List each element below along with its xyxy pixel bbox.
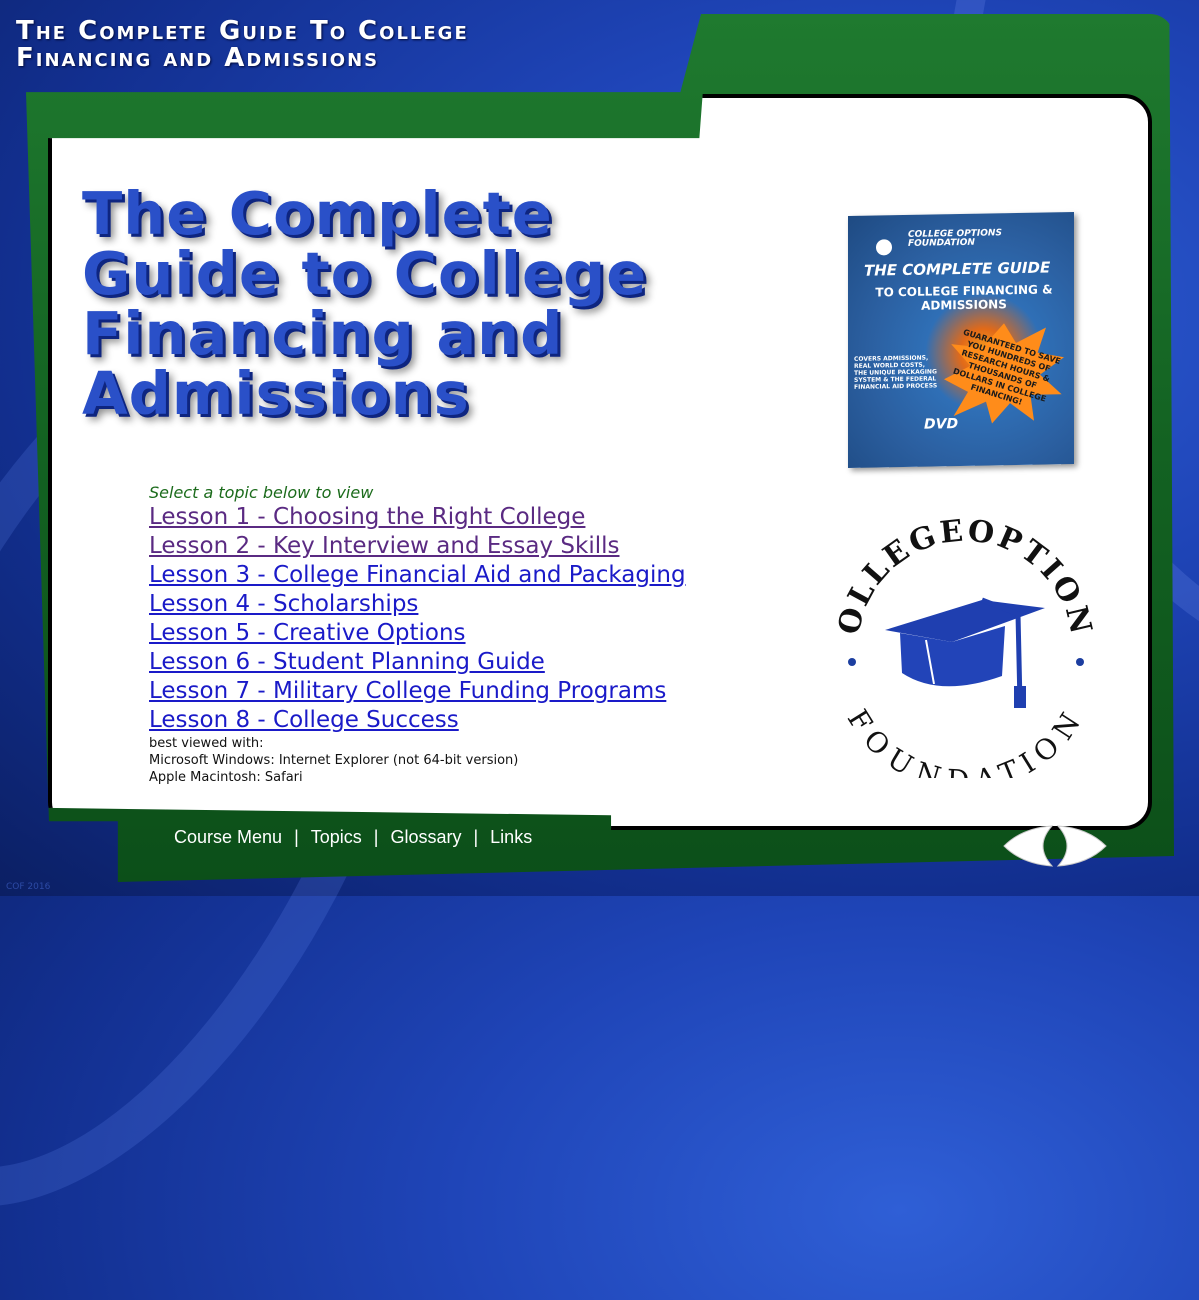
lesson-4-link[interactable]: Lesson 4 - Scholarships — [149, 591, 418, 617]
header-title: The Complete Guide To College Financing … — [16, 18, 676, 72]
page-nav-arrows — [1003, 825, 1107, 867]
nav-separator: | — [473, 827, 479, 847]
dvd-subtitle: TO COLLEGE FINANCING & ADMISSIONS — [875, 282, 1053, 313]
topic-prompt: Select a topic below to view — [149, 483, 374, 502]
list-item: Lesson 8 - College Success — [149, 706, 789, 735]
lesson-5-link[interactable]: Lesson 5 - Creative Options — [149, 620, 466, 646]
list-item: Lesson 6 - Student Planning Guide — [149, 648, 789, 677]
copyright-text: COF 2016 — [6, 882, 51, 892]
list-item: Lesson 3 - College Financial Aid and Pac… — [149, 561, 789, 590]
dvd-logo: DVD — [924, 416, 959, 433]
main-title-line1: The Complete — [82, 179, 553, 248]
list-item: Lesson 7 - Military College Funding Prog… — [149, 677, 789, 706]
list-item: Lesson 2 - Key Interview and Essay Skill… — [149, 532, 789, 561]
course-menu-link[interactable]: Course Menu — [174, 827, 282, 848]
lesson-7-link[interactable]: Lesson 7 - Military College Funding Prog… — [149, 678, 666, 704]
lesson-3-link[interactable]: Lesson 3 - College Financial Aid and Pac… — [149, 562, 686, 588]
lesson-2-link[interactable]: Lesson 2 - Key Interview and Essay Skill… — [149, 533, 619, 559]
seal-dot — [1076, 658, 1084, 666]
lesson-list: Lesson 1 - Choosing the Right College Le… — [149, 503, 789, 735]
header-title-line2: Financing and Admissions — [16, 43, 380, 73]
header-title-line1: The Complete Guide To College — [16, 16, 469, 46]
list-item: Lesson 1 - Choosing the Right College — [149, 503, 789, 532]
dvd-cover-image: COLLEGE OPTIONS FOUNDATION THE COMPLETE … — [848, 212, 1074, 468]
seal-dot — [848, 658, 856, 666]
dvd-emblem-icon — [876, 239, 892, 256]
browser-note-heading: best viewed with: — [149, 736, 264, 751]
main-title-line4: Admissions — [82, 359, 470, 428]
seal-bottom-text: FOUNDATION — [841, 704, 1089, 778]
main-title: The Complete Guide to College Financing … — [82, 184, 702, 424]
lesson-6-link[interactable]: Lesson 6 - Student Planning Guide — [149, 649, 545, 675]
bottom-nav: Course Menu | Topics | Glossary | Links — [174, 827, 532, 848]
lesson-1-link[interactable]: Lesson 1 - Choosing the Right College — [149, 504, 585, 530]
glossary-link[interactable]: Glossary — [390, 827, 461, 848]
dvd-title: THE COMPLETE GUIDE — [864, 258, 1051, 280]
list-item: Lesson 5 - Creative Options — [149, 619, 789, 648]
nav-separator: | — [294, 827, 299, 847]
browser-note-mac: Apple Macintosh: Safari — [149, 770, 303, 785]
next-arrow-icon[interactable] — [1056, 825, 1107, 867]
list-item: Lesson 4 - Scholarships — [149, 590, 789, 619]
topics-link[interactable]: Topics — [311, 827, 362, 848]
main-title-line2: Guide to College — [82, 239, 648, 308]
lesson-menu: Select a topic below to view Lesson 1 - … — [149, 483, 789, 786]
lesson-8-link[interactable]: Lesson 8 - College Success — [149, 707, 459, 733]
prev-arrow-icon[interactable] — [1003, 825, 1054, 867]
browser-note-windows: Microsoft Windows: Internet Explorer (no… — [149, 753, 519, 768]
graduation-cap-icon — [885, 597, 1045, 708]
main-title-line3: Financing and — [82, 299, 564, 368]
college-options-seal: COLLEGEOPTIONS FOUNDATION — [830, 508, 1096, 778]
nav-separator: | — [373, 827, 379, 847]
links-link[interactable]: Links — [490, 827, 532, 848]
dvd-side-text: COVERS ADMISSIONS, REAL WORLD COSTS, THE… — [854, 354, 938, 391]
dvd-brand: COLLEGE OPTIONS FOUNDATION — [908, 228, 1002, 249]
